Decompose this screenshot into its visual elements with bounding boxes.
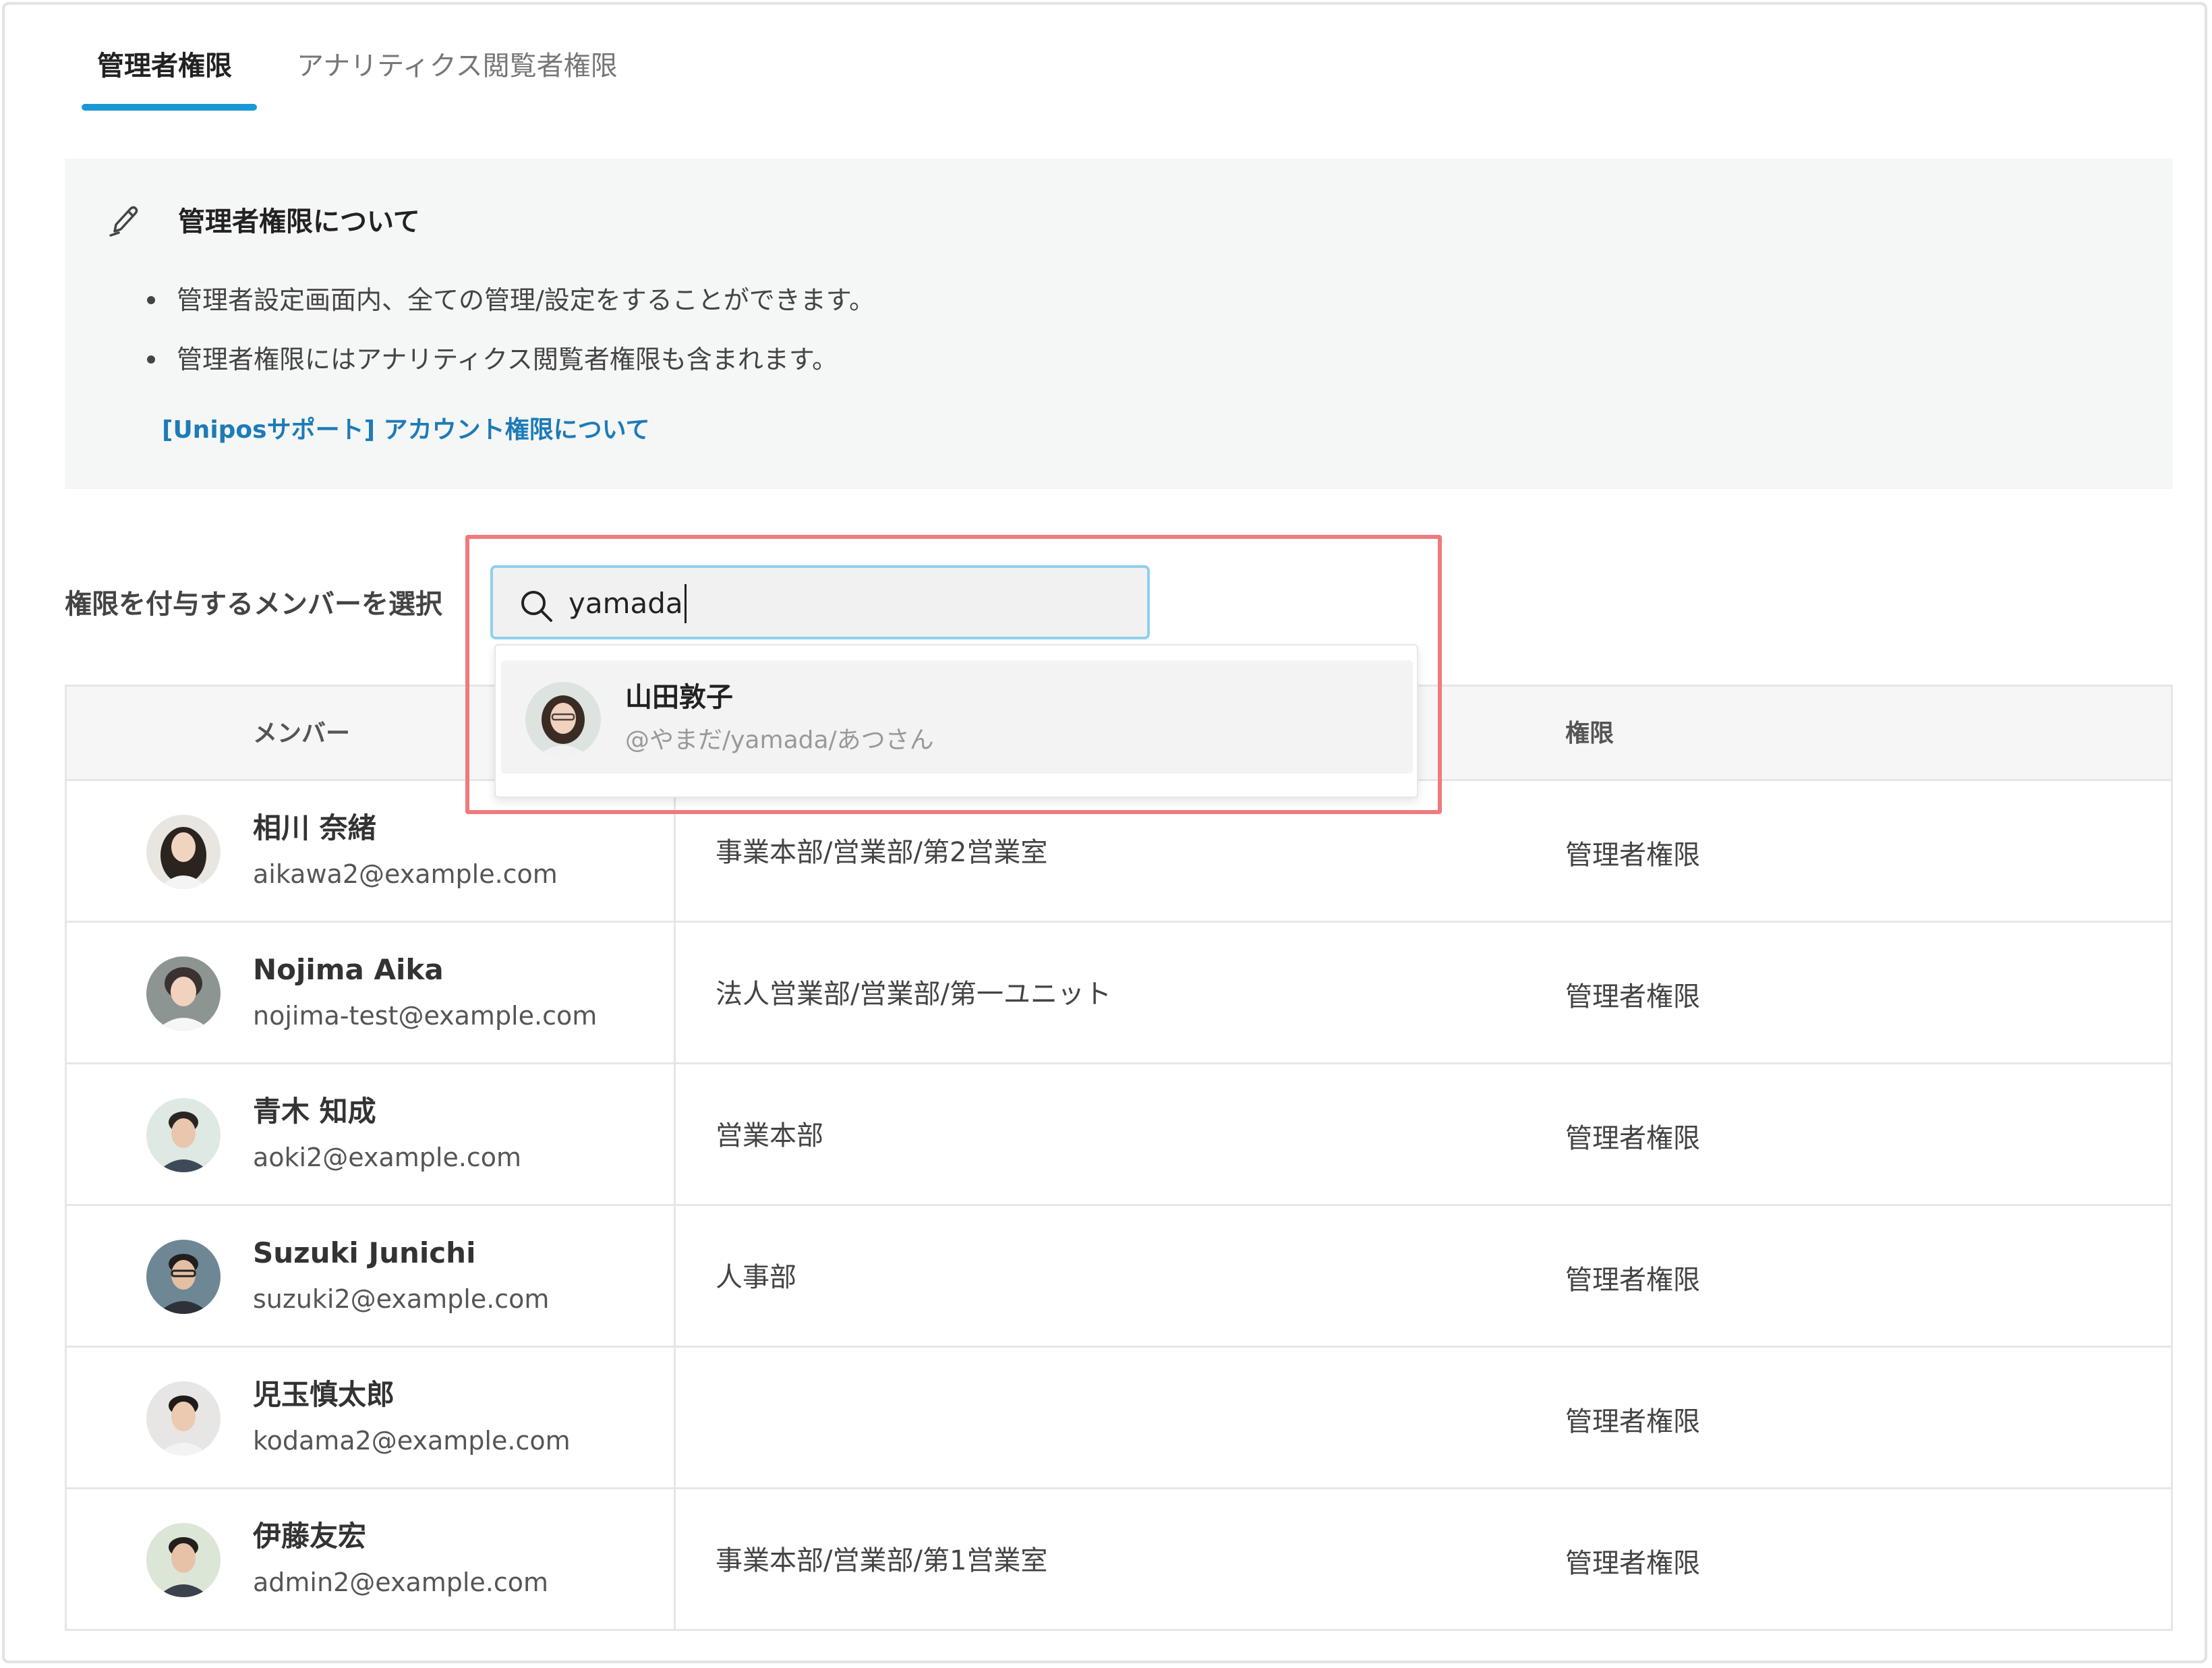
column-header-member: メンバー xyxy=(253,720,351,747)
table-row[interactable]: 相川 奈緒 aikawa2@example.com 事業本部/営業部/第2営業室… xyxy=(67,781,2171,923)
avatar xyxy=(146,956,221,1031)
member-name: 伊藤友宏 xyxy=(253,1520,367,1553)
avatar xyxy=(146,815,221,889)
member-role: 管理者権限 xyxy=(1565,1265,1700,1296)
member-suggestion-dropdown: 山田敦子 @やまだ/yamada/あつさん xyxy=(494,644,1418,798)
member-role: 管理者権限 xyxy=(1565,981,1700,1012)
tab-analytics-viewer-permission[interactable]: アナリティクス閲覧者権限 xyxy=(297,46,618,86)
member-role: 管理者権限 xyxy=(1565,1548,1700,1579)
member-role: 管理者権限 xyxy=(1565,1123,1700,1154)
member-department: 人事部 xyxy=(716,1262,796,1293)
active-tab-indicator xyxy=(82,104,257,111)
member-email: kodama2@example.com xyxy=(253,1426,571,1456)
pencil-icon xyxy=(109,206,138,237)
member-department: 営業本部 xyxy=(716,1120,823,1151)
member-role: 管理者権限 xyxy=(1565,840,1700,871)
member-role: 管理者権限 xyxy=(1565,1406,1700,1437)
info-title: 管理者権限について xyxy=(178,206,420,237)
member-email: nojima-test@example.com xyxy=(253,1001,598,1031)
member-search-input[interactable] xyxy=(569,583,1122,623)
avatar xyxy=(525,682,601,757)
info-bullet: 管理者権限にはアナリティクス閲覧者権限も含まれます。 xyxy=(146,341,838,378)
member-email: admin2@example.com xyxy=(253,1568,549,1597)
info-bullet: 管理者設定画面内、全ての管理/設定をすることができます。 xyxy=(146,281,875,319)
member-name: 相川 奈緒 xyxy=(253,811,376,844)
member-email: aoki2@example.com xyxy=(253,1143,522,1172)
admin-members-table: メンバー 権限 相川 奈緒 aikawa2@example.com 事業本部/営… xyxy=(65,685,2173,1631)
text-caret xyxy=(684,584,687,623)
support-link[interactable]: [Uniposサポート] アカウント権限について xyxy=(162,412,650,449)
avatar xyxy=(146,1098,221,1172)
table-row[interactable]: 青木 知成 aoki2@example.com 営業本部 管理者権限 xyxy=(67,1064,2171,1206)
table-row[interactable]: Nojima Aika nojima-test@example.com 法人営業… xyxy=(67,923,2171,1064)
avatar xyxy=(146,1381,221,1456)
search-icon xyxy=(521,591,552,622)
table-row[interactable]: 伊藤友宏 admin2@example.com 事業本部/営業部/第1営業室 管… xyxy=(67,1489,2171,1631)
member-name: 児玉慎太郎 xyxy=(253,1378,395,1411)
member-department: 事業本部/営業部/第2営業室 xyxy=(716,837,1048,868)
avatar xyxy=(146,1240,221,1314)
suggestion-handle: @やまだ/yamada/あつさん xyxy=(625,726,934,754)
member-search-box[interactable] xyxy=(490,565,1150,639)
member-name: Suzuki Junichi xyxy=(253,1236,476,1269)
tab-admin-permission[interactable]: 管理者権限 xyxy=(97,46,232,86)
table-row[interactable]: 児玉慎太郎 kodama2@example.com 管理者権限 xyxy=(67,1348,2171,1489)
avatar xyxy=(146,1523,221,1597)
member-name: 青木 知成 xyxy=(253,1095,376,1128)
select-member-label: 権限を付与するメンバーを選択 xyxy=(65,589,442,620)
suggestion-item[interactable]: 山田敦子 @やまだ/yamada/あつさん xyxy=(501,660,1413,774)
member-email: aikawa2@example.com xyxy=(253,859,558,889)
suggestion-name: 山田敦子 xyxy=(625,682,733,713)
column-header-role: 権限 xyxy=(1565,720,1614,747)
table-row[interactable]: Suzuki Junichi suzuki2@example.com 人事部 管… xyxy=(67,1206,2171,1348)
member-email: suzuki2@example.com xyxy=(253,1284,550,1314)
member-department: 事業本部/営業部/第1営業室 xyxy=(716,1545,1048,1576)
member-department: 法人営業部/営業部/第一ユニット xyxy=(716,979,1111,1010)
info-box: 管理者権限について 管理者設定画面内、全ての管理/設定をすることができます。 管… xyxy=(65,159,2173,489)
member-name: Nojima Aika xyxy=(253,953,444,986)
